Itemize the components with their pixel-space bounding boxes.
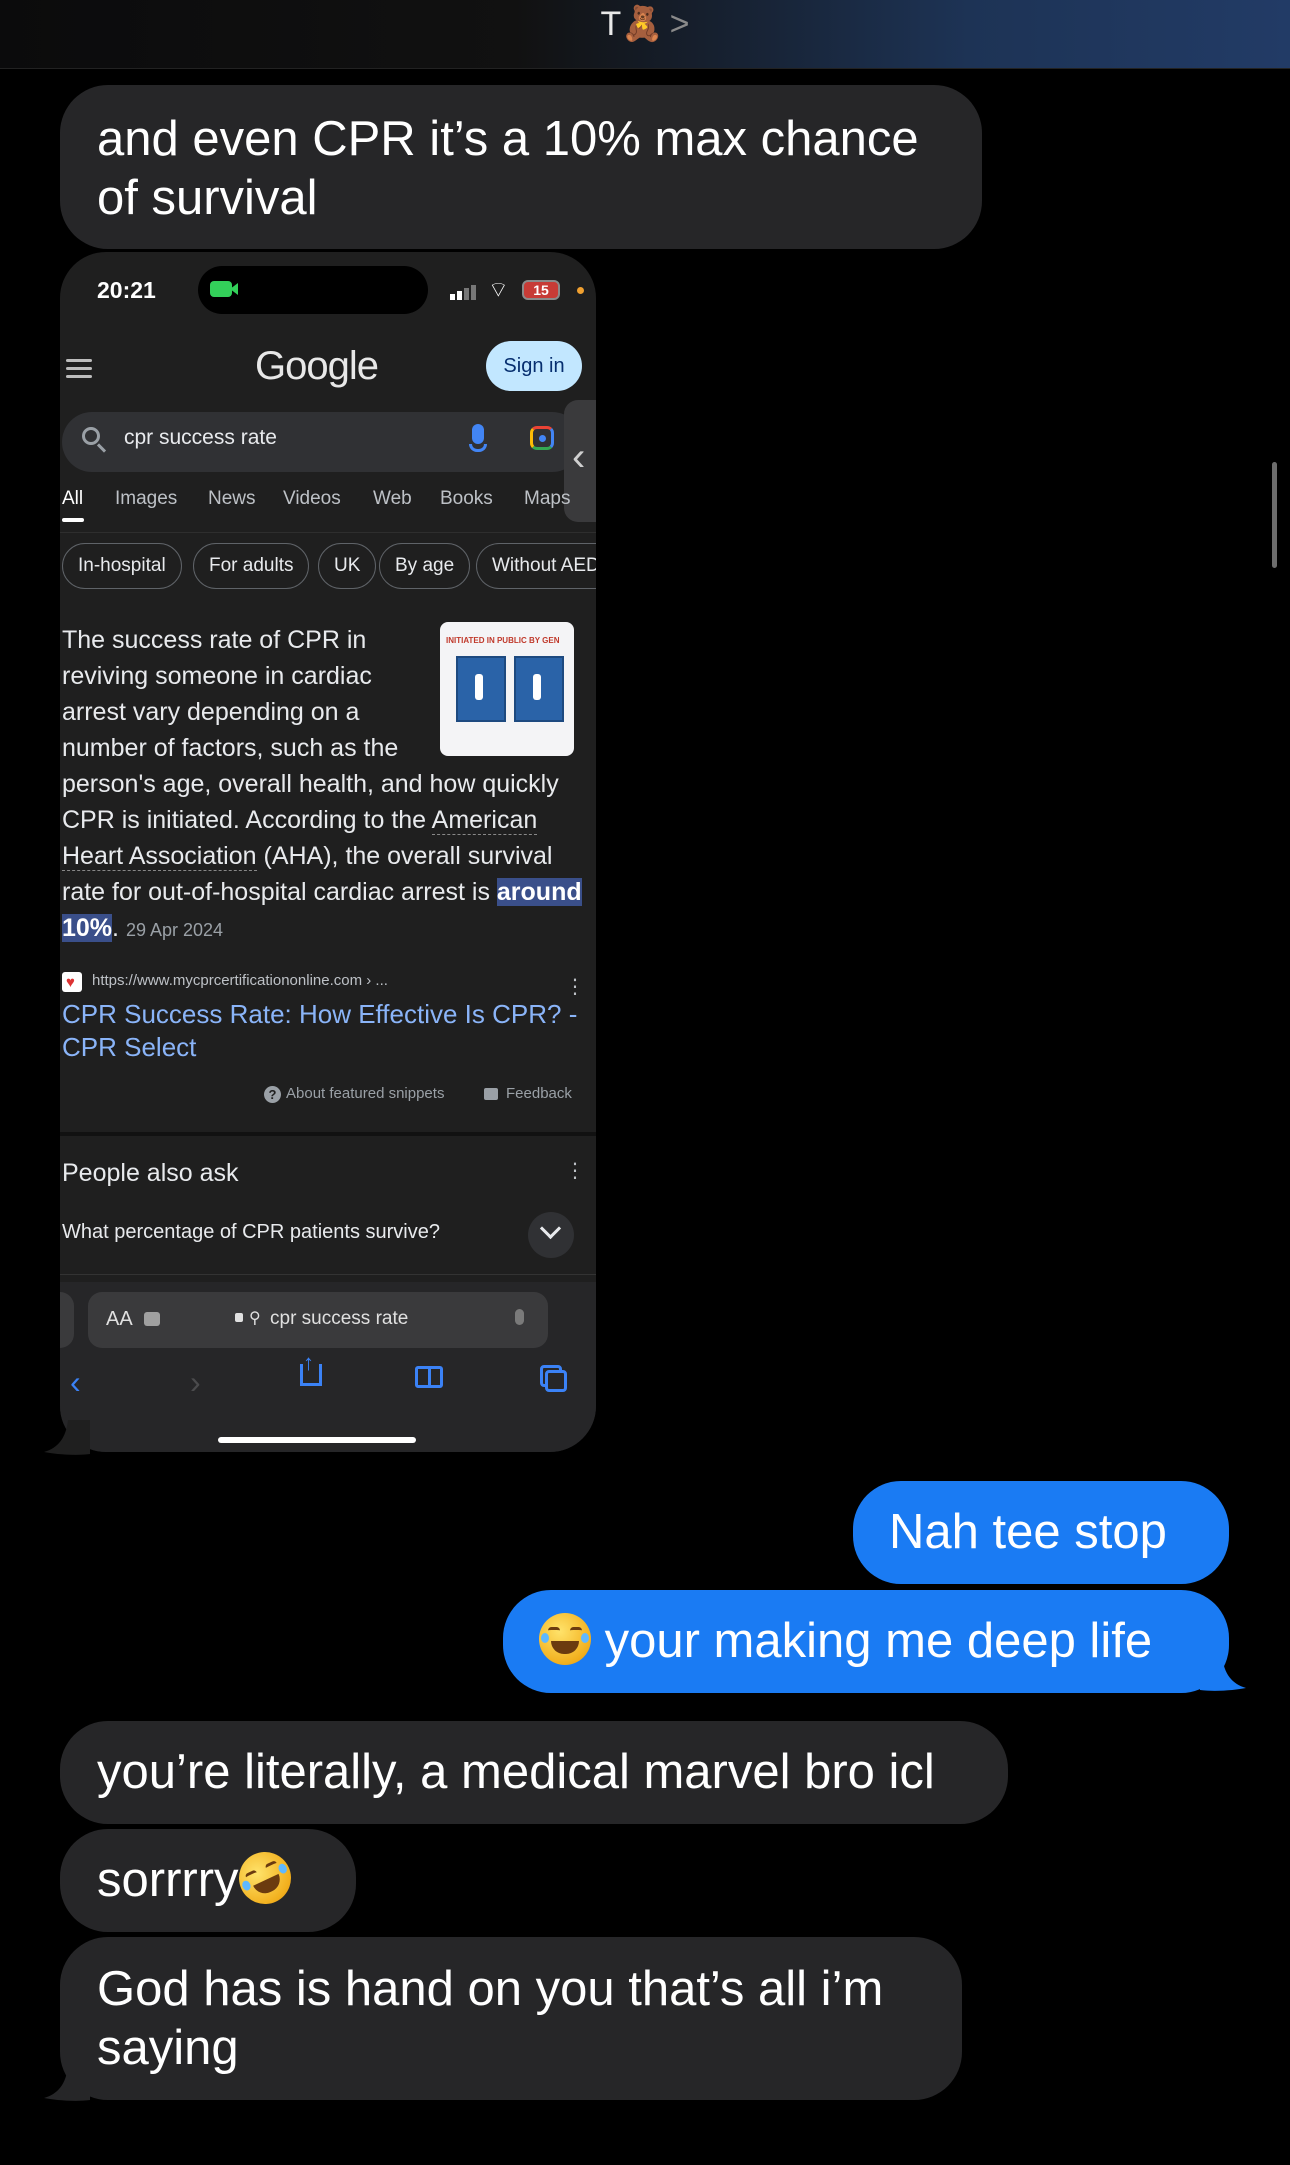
female-silhouette: [533, 674, 541, 700]
message-text: Nah tee stop: [889, 1505, 1167, 1559]
incoming-image-attachment[interactable]: 20:21 ⌔ 15 Google Sign in cpr success ra…: [60, 252, 596, 1452]
battery-icon: 15: [522, 280, 560, 300]
thumbnail-caption: INITIATED IN PUBLIC BY GEN: [446, 636, 560, 645]
contact-name-button[interactable]: T🧸 >: [0, 4, 1290, 44]
rolling-on-floor-laughing-icon: [229, 1843, 300, 1913]
male-silhouette: [475, 674, 483, 700]
lens-dot: [539, 435, 546, 442]
snippet-date: 29 Apr 2024: [125, 920, 224, 940]
tab-news[interactable]: News: [208, 488, 256, 510]
about-featured-snippets-link[interactable]: About featured snippets: [286, 1085, 444, 1102]
lock-icon: [235, 1313, 243, 1322]
paa-divider: [60, 1274, 596, 1275]
more-options-icon[interactable]: ⋮: [565, 1158, 585, 1183]
chip-without-aed[interactable]: Without AED: [476, 543, 596, 589]
message-text: and even CPR it’s a 10% max chance of su…: [97, 112, 919, 225]
forward-arrow-icon[interactable]: ›: [190, 1364, 201, 1401]
home-indicator: [218, 1437, 416, 1443]
face-with-tears-of-joy-icon: [539, 1613, 591, 1665]
status-time: 20:21: [97, 277, 156, 303]
search-icon: [82, 427, 100, 445]
extension-icon[interactable]: [144, 1312, 160, 1326]
chevron-right-icon: >: [669, 5, 690, 43]
hamburger-menu-icon[interactable]: [66, 359, 92, 383]
reader-aa-button[interactable]: AA: [106, 1308, 133, 1331]
outgoing-message[interactable]: Nah tee stop: [853, 1481, 1229, 1584]
section-divider: [60, 1132, 596, 1136]
search-tabs: All Images News Videos Web Books Maps: [62, 488, 582, 518]
snippet-text-3: .: [112, 914, 119, 942]
snippet-thumbnail[interactable]: INITIATED IN PUBLIC BY GEN: [440, 622, 574, 756]
sign-in-button[interactable]: Sign in: [486, 341, 582, 391]
facetime-camera-lens-icon: [230, 283, 238, 295]
contact-name: T🧸: [600, 5, 664, 43]
voice-search-mic-icon[interactable]: [472, 424, 484, 444]
source-url[interactable]: https://www.mycprcertificationonline.com…: [92, 972, 388, 989]
wifi-icon: ⌔: [488, 277, 509, 302]
bubble-tail: [1200, 1656, 1246, 1691]
book-spine: [428, 1366, 431, 1388]
mic-icon[interactable]: [515, 1309, 524, 1325]
more-options-icon[interactable]: ⋮: [565, 974, 585, 999]
tab-web[interactable]: Web: [373, 488, 412, 510]
incoming-message[interactable]: you’re literally, a medical marvel bro i…: [60, 1721, 1008, 1824]
message-text: sorrrry: [97, 1853, 239, 1907]
chip-uk[interactable]: UK: [318, 543, 377, 589]
incoming-message[interactable]: and even CPR it’s a 10% max chance of su…: [60, 85, 982, 249]
tab-maps[interactable]: Maps: [524, 488, 570, 510]
chip-by-age[interactable]: By age: [379, 543, 471, 589]
search-small-icon: ⚲: [249, 1310, 261, 1327]
outgoing-message[interactable]: your making me deep life: [503, 1590, 1229, 1693]
tabs-divider: [60, 532, 596, 533]
heart-icon: ♥: [66, 974, 75, 991]
facetime-camera-icon: [210, 281, 232, 297]
tabs-icon-front: [545, 1370, 567, 1392]
address-text: cpr success rate: [270, 1308, 409, 1329]
incoming-message[interactable]: God has is hand on you that’s all i’m sa…: [60, 1937, 962, 2100]
tab-all[interactable]: All: [62, 488, 83, 510]
bubble-tail: [44, 2066, 90, 2101]
help-icon: ?: [264, 1086, 281, 1103]
message-text: you’re literally, a medical marvel bro i…: [97, 1745, 935, 1799]
cellular-signal-icon: [450, 282, 478, 300]
chip-for-adults[interactable]: For adults: [193, 543, 310, 589]
paa-question[interactable]: What percentage of CPR patients survive?: [62, 1221, 440, 1244]
chip-in-hospital[interactable]: In-hospital: [62, 543, 182, 589]
tab-images[interactable]: Images: [115, 488, 177, 510]
privacy-indicator-dot: [577, 287, 584, 294]
incoming-message[interactable]: sorrrry: [60, 1829, 356, 1932]
share-arrow-icon: ↑: [303, 1350, 314, 1375]
scrollbar[interactable]: [1272, 462, 1277, 568]
google-logo: Google: [255, 344, 379, 388]
result-title-link[interactable]: CPR Success Rate: How Effective Is CPR? …: [62, 998, 582, 1064]
people-also-ask-heading: People also ask: [62, 1159, 239, 1187]
message-text: God has is hand on you that’s all i’m sa…: [97, 1962, 884, 2075]
back-arrow-icon[interactable]: ‹: [70, 1364, 81, 1401]
chevron-left-icon: ‹: [572, 435, 586, 479]
message-text: your making me deep life: [604, 1614, 1153, 1668]
feedback-icon: [484, 1088, 498, 1100]
header-divider: [0, 68, 1290, 69]
feedback-link[interactable]: Feedback: [506, 1085, 572, 1102]
search-query: cpr success rate: [124, 426, 277, 449]
previous-tab-preview[interactable]: [60, 1292, 74, 1348]
bubble-tail: [44, 1420, 90, 1455]
tab-videos[interactable]: Videos: [283, 488, 341, 510]
tab-books[interactable]: Books: [440, 488, 493, 510]
active-tab-indicator: [62, 518, 84, 522]
